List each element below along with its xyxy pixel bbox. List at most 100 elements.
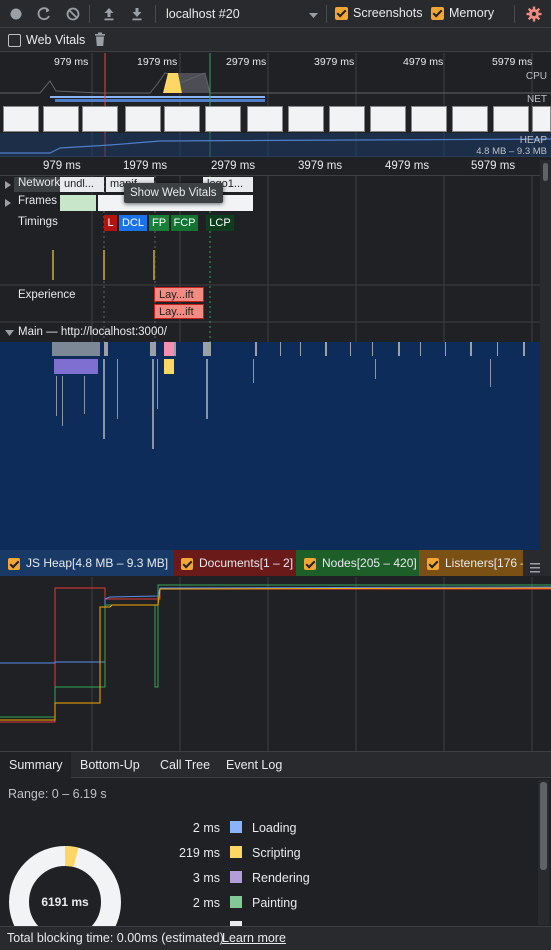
bottom-tabs: Summary Bottom-Up Call Tree Event Log (0, 751, 551, 778)
scrollbar-thumb[interactable] (543, 163, 548, 181)
donut-total: 6191 ms (41, 895, 89, 909)
timeline-tick: 3979 ms (298, 160, 343, 172)
flame-graphics (52, 342, 525, 449)
legend-listeners-label: Listeners[176 – (445, 556, 523, 570)
recording-select[interactable]: localhost #20 (166, 7, 240, 21)
timing-marker-lcp[interactable]: LCP (206, 215, 234, 231)
tab-bottom-up[interactable]: Bottom-Up (71, 752, 149, 778)
web-vitals-checkbox[interactable] (8, 34, 21, 47)
overview-graphics (0, 53, 551, 157)
memory-label: Memory (449, 6, 495, 20)
memory-checkbox[interactable] (431, 7, 444, 20)
screenshot-thumbnail (82, 106, 118, 132)
screenshot-thumbnail (3, 106, 39, 132)
timing-marker-fp[interactable]: FP (149, 215, 169, 231)
chevron-down-icon[interactable] (309, 9, 318, 23)
legend-nodes[interactable]: Nodes[205 – 420] (296, 550, 419, 576)
screenshot-thumbnail (532, 106, 551, 132)
overview-tick: 2979 ms (226, 56, 267, 68)
timeline-tick: 4979 ms (385, 160, 430, 172)
summary-donut (9, 846, 121, 926)
legend-js-heap-label: JS Heap[4.8 MB – 9.3 MB] (26, 556, 169, 570)
timeline-tick: 2979 ms (211, 160, 256, 172)
timings-track: Timings L DCL FP FCP LCP (0, 214, 540, 232)
timing-marker-dcl[interactable]: DCL (119, 215, 147, 231)
legend-nodes-label: Nodes[205 – 420] (322, 556, 417, 570)
main-thread-label: Main — http://localhost:3000/ (18, 326, 167, 338)
screenshots-label: Screenshots (353, 6, 423, 20)
net-label: NET (527, 94, 547, 105)
screenshot-thumbnail (43, 106, 79, 132)
timeline-ruler: 979 ms 1979 ms 2979 ms 3979 ms 4979 ms 5… (0, 158, 551, 176)
frames-label: Frames (18, 195, 57, 207)
cpu-label: CPU (525, 71, 547, 82)
web-vitals-tooltip: Show Web Vitals (124, 183, 223, 203)
overview-tick: 4979 ms (403, 56, 444, 68)
overview-pane[interactable]: 979 ms 1979 ms 2979 ms 3979 ms 4979 ms 5… (0, 53, 551, 157)
experience-label: Experience (18, 289, 76, 301)
scripting-swatch (230, 846, 242, 858)
legend-js-heap[interactable]: JS Heap[4.8 MB – 9.3 MB] (0, 550, 173, 576)
learn-more-link[interactable]: Learn more (222, 931, 286, 945)
summary-range: Range: 0 – 6.19 s (8, 787, 107, 801)
summary-value: 219 ms (179, 846, 220, 860)
timing-marker-fcp[interactable]: FCP (171, 215, 198, 231)
heap-range: 4.8 MB – 9.3 MB (476, 146, 547, 157)
network-request[interactable]: undl... (60, 177, 104, 192)
layout-shift-item[interactable]: Lay...ift (154, 287, 204, 302)
timing-marker-l[interactable]: L (104, 215, 117, 231)
loading-swatch (230, 821, 242, 833)
screenshots-checkbox[interactable] (335, 7, 348, 20)
main-flame-chart[interactable] (0, 342, 540, 550)
legend-documents[interactable]: Documents[1 – 2] (173, 550, 296, 576)
scrollbar-thumb[interactable] (540, 782, 547, 870)
overview-tick: 5979 ms (492, 56, 533, 68)
screenshot-thumbnail (452, 106, 488, 132)
main-thread-header[interactable]: Main — http://localhost:3000/ (0, 324, 540, 342)
screenshot-thumbnail (164, 106, 200, 132)
painting-swatch (230, 896, 242, 908)
screenshot-thumbnail (247, 106, 283, 132)
timeline-tick: 1979 ms (123, 160, 168, 172)
footer-bar: Total blocking time: 0.00ms (estimated) … (0, 926, 551, 950)
screenshot-thumbnail (125, 106, 161, 132)
screenshot-thumbnail (205, 106, 241, 132)
expand-frames-icon[interactable] (4, 195, 12, 214)
collapse-main-icon[interactable] (5, 326, 14, 343)
total-blocking-time: Total blocking time: 0.00ms (estimated) (7, 931, 224, 945)
main-toolbar: localhost #20 Screenshots Memory (0, 0, 551, 28)
layout-shift-item[interactable]: Lay...ift (154, 304, 204, 319)
summary-label: Loading (252, 821, 297, 835)
memory-graph[interactable] (0, 577, 551, 751)
screenshot-thumbnail (370, 106, 406, 132)
frame-block[interactable] (60, 195, 96, 211)
tracks-scrollbar[interactable] (540, 160, 551, 550)
overview-tick: 979 ms (54, 56, 89, 68)
summary-label: Painting (252, 896, 298, 910)
tab-event-log[interactable]: Event Log (217, 752, 291, 778)
summary-label: Rendering (252, 871, 310, 885)
summary-pane: Range: 0 – 6.19 s 2 ms Loading 219 ms Sc… (0, 778, 551, 926)
gear-icon[interactable] (526, 6, 542, 25)
summary-scrollbar[interactable] (538, 780, 549, 925)
secondary-toolbar: Web Vitals (0, 28, 551, 52)
screenshot-thumbnail (493, 106, 529, 132)
screenshot-thumbnail (411, 106, 447, 132)
overview-tick: 1979 ms (137, 56, 178, 68)
tab-call-tree[interactable]: Call Tree (151, 752, 219, 778)
tab-summary[interactable]: Summary (0, 752, 72, 778)
timeline-tick: 979 ms (43, 160, 81, 172)
trash-icon[interactable] (94, 32, 106, 50)
rendering-swatch (230, 871, 242, 883)
legend-listeners[interactable]: Listeners[176 – (419, 550, 523, 576)
screenshot-thumbnail (329, 106, 365, 132)
memory-legend: JS Heap[4.8 MB – 9.3 MB] Documents[1 – 2… (0, 550, 551, 576)
summary-label: Scripting (252, 846, 301, 860)
frames-track[interactable]: Frames (0, 194, 540, 212)
network-track[interactable]: Network undl... manif... logo1... (0, 176, 540, 194)
timings-label: Timings (18, 216, 58, 228)
timeline-tick: 5979 ms (471, 160, 516, 172)
network-label: Network (18, 177, 61, 189)
menu-icon[interactable] (528, 557, 542, 576)
experience-track: Experience Lay...ift Lay...ift (0, 286, 540, 322)
